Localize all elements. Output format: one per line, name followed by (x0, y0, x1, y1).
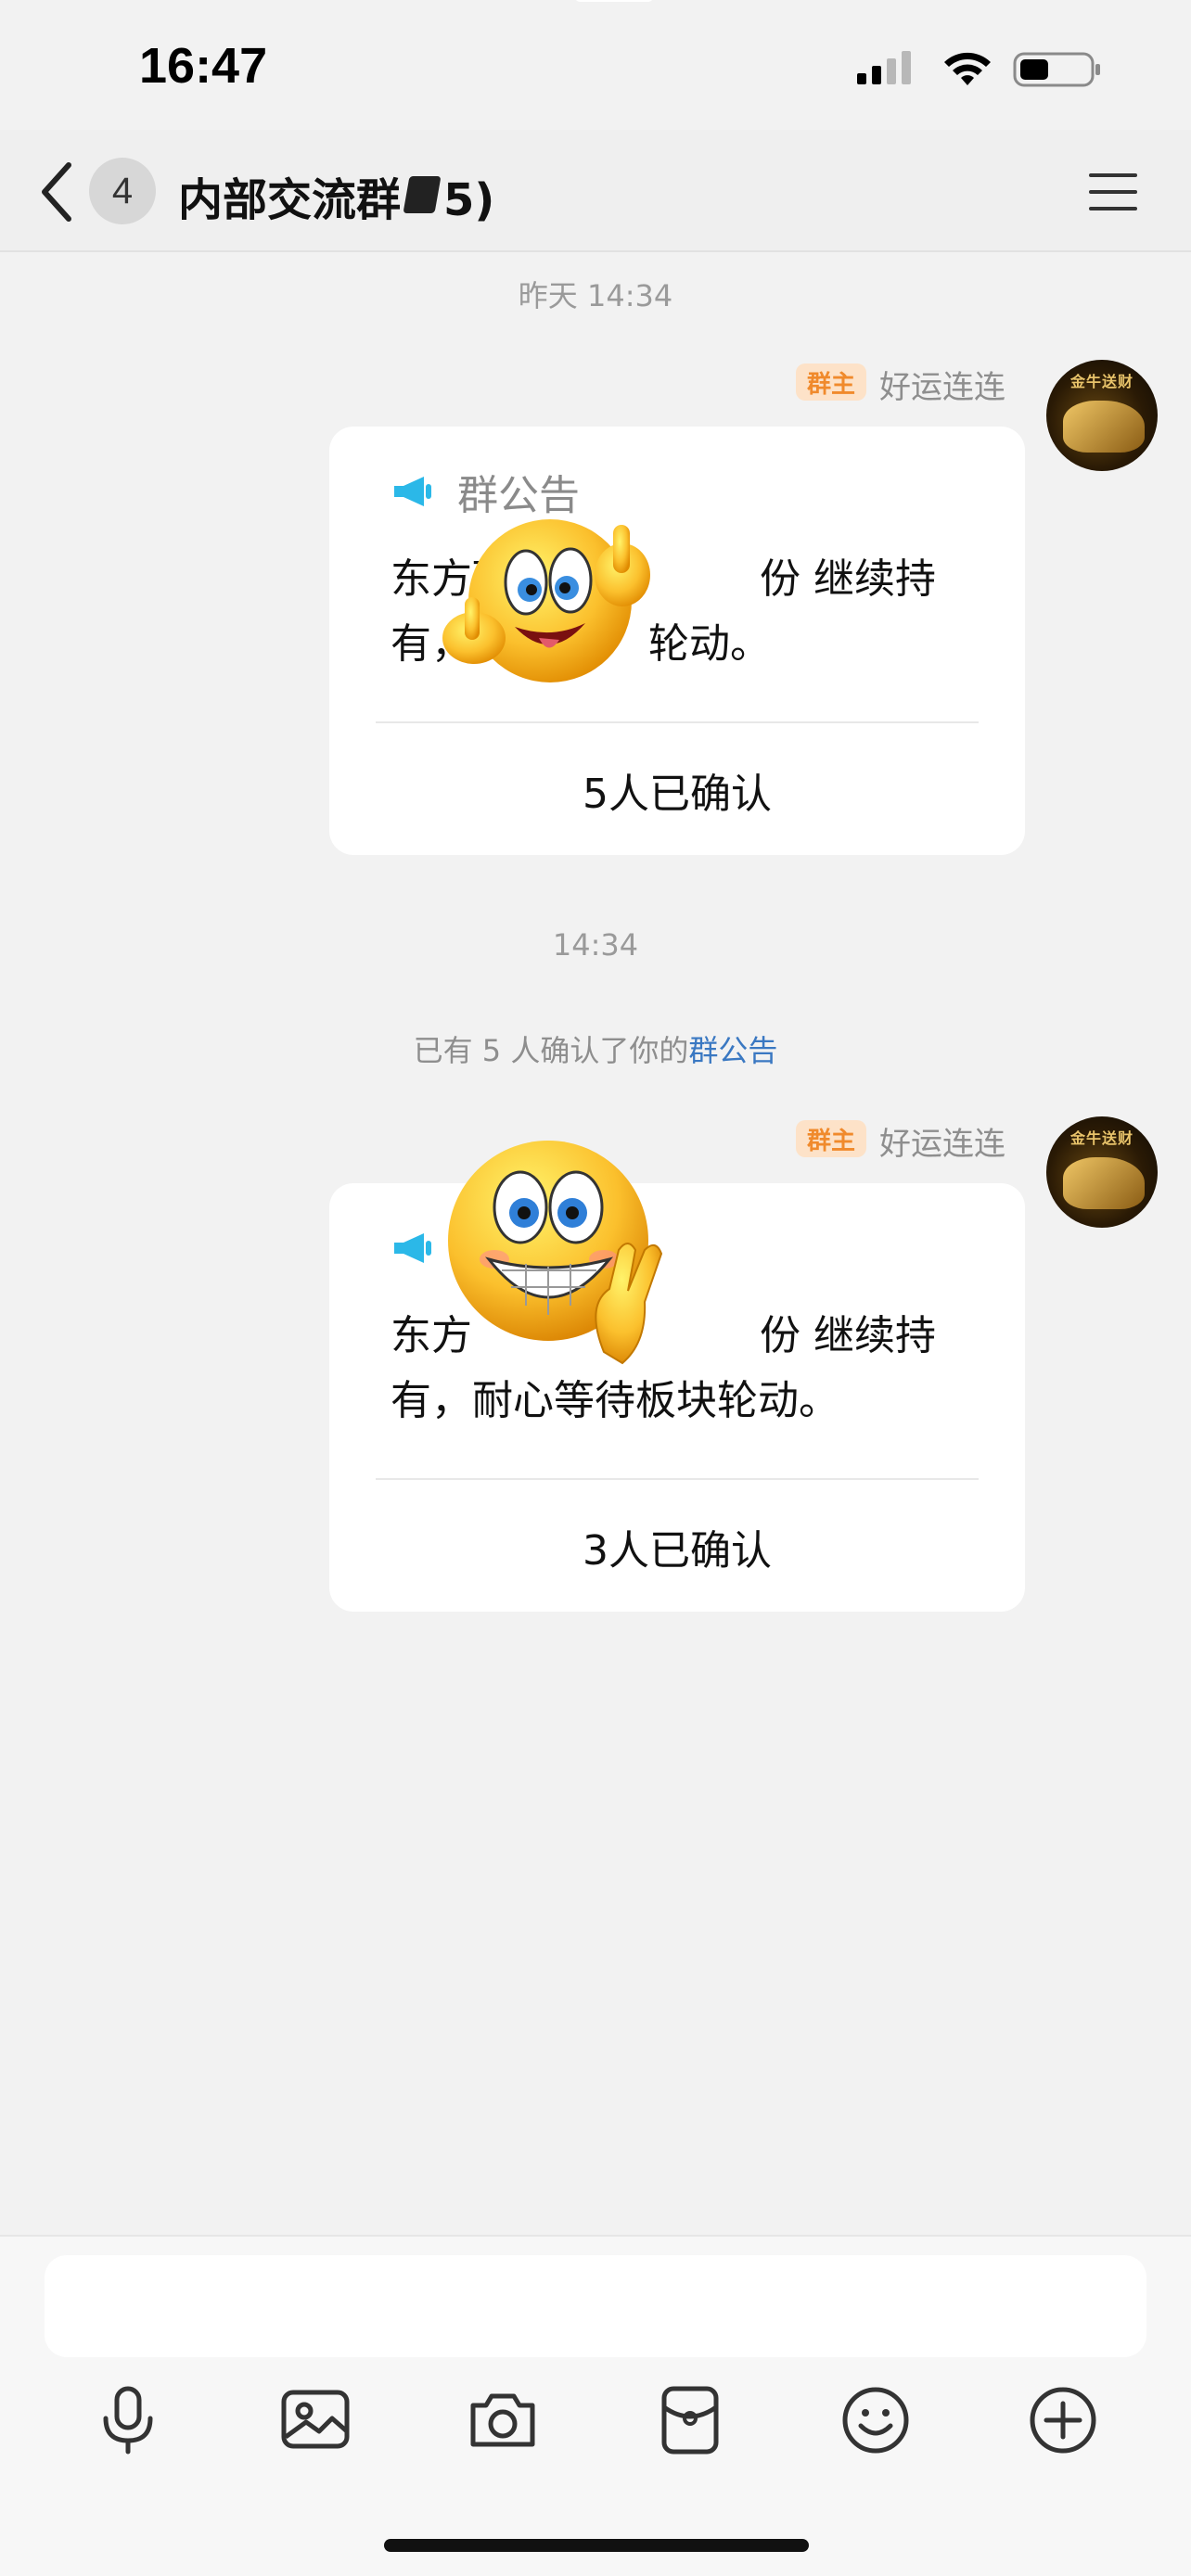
owner-tag: 群主 (796, 363, 867, 401)
owner-tag: 群主 (796, 1120, 867, 1157)
image-icon[interactable] (278, 2383, 352, 2457)
announcement-card[interactable]: 东方份 继续持 有，耐心等待板块轮动。 3人已确认 (329, 1141, 1025, 1612)
top-indicator (575, 0, 653, 2)
message-timestamp: 14:34 (552, 927, 639, 963)
avatar-bull-image (1063, 1157, 1145, 1209)
emoji-icon[interactable] (839, 2383, 913, 2457)
avatar[interactable]: 金牛送财 (1046, 1116, 1158, 1228)
card-divider (376, 1478, 979, 1480)
confirm-count[interactable]: 3人已确认 (329, 1517, 1025, 1576)
microphone-icon[interactable] (91, 2383, 165, 2457)
sender-name: 好运连连 (879, 369, 1005, 406)
announcement-link[interactable]: 群公告 (688, 1033, 777, 1068)
avatar[interactable]: 金牛送财 (1046, 360, 1158, 471)
camera-icon[interactable] (466, 2383, 540, 2457)
home-indicator (384, 2539, 809, 2552)
announcement-card[interactable]: 群公告 东方环份 继续持 有， 轮动。 5人已确认 (329, 427, 1025, 855)
avatar-bull-image (1063, 401, 1145, 453)
grinning-peace-emoji-icon (448, 1141, 663, 1365)
message-input[interactable] (45, 2255, 1146, 2357)
title-redaction (403, 176, 442, 213)
unread-badge[interactable]: 4 (89, 158, 156, 224)
message-timestamp: 昨天 14:34 (518, 278, 673, 313)
system-message: 已有 5 人确认了你的群公告 (0, 1027, 1191, 1070)
thumbs-up-emoji-icon (442, 519, 650, 682)
red-packet-icon[interactable] (653, 2383, 727, 2457)
megaphone-icon (394, 1233, 431, 1263)
body-line1-end: 份 继续持 (760, 1312, 936, 1359)
group-title-suffix: 5) (443, 174, 495, 226)
megaphone-icon (394, 477, 431, 506)
body-line2-end: 轮动。 (648, 620, 771, 668)
wifi-icon (944, 52, 991, 85)
body-line1-end: 份 继续持 (760, 555, 936, 603)
card-divider (376, 721, 979, 723)
back-icon[interactable] (37, 159, 74, 224)
confirm-count[interactable]: 5人已确认 (329, 760, 1025, 820)
menu-icon[interactable] (1087, 171, 1139, 213)
plus-icon[interactable] (1026, 2383, 1100, 2457)
avatar-label: 金牛送财 (1069, 373, 1133, 390)
cellular-signal-icon (857, 51, 911, 84)
avatar-label: 金牛送财 (1069, 1129, 1133, 1147)
system-message-text: 已有 5 人确认了你的 (413, 1033, 689, 1068)
battery-icon (1013, 52, 1100, 87)
sender-name: 好运连连 (879, 1126, 1005, 1163)
status-time: 16:47 (139, 38, 268, 94)
group-title-text: 内部交流群 (178, 174, 402, 226)
group-title[interactable]: 内部交流群 5) (178, 163, 494, 228)
